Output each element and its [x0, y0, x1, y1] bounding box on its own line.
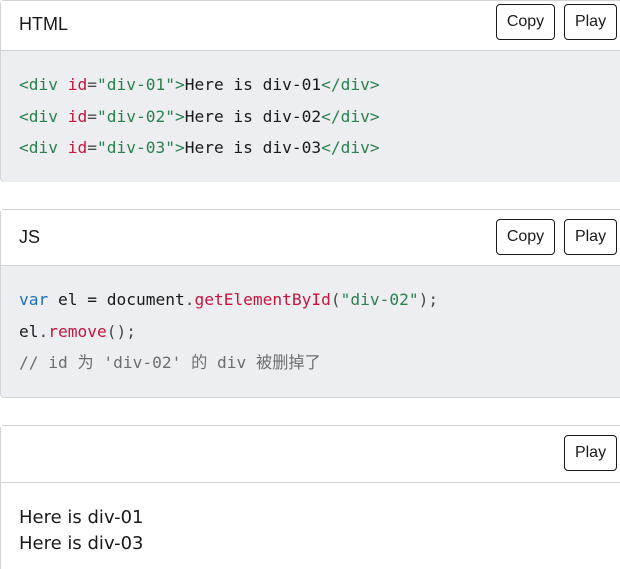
result-line-div-01: Here is div-01 [19, 507, 144, 528]
js-panel-header: JS Copy Play [1, 210, 620, 266]
js-code-line-3: // id 为 'div-02' 的 div 被删掉了 [19, 353, 321, 372]
js-panel-title: JS [19, 227, 41, 247]
result-output: Here is div-01 Here is div-03 [1, 483, 620, 557]
page: HTML Copy Play <div id="div-01">Here is … [0, 0, 620, 569]
result-panel-header: Play [1, 426, 620, 483]
js-code-line-2: el.remove(); [19, 321, 136, 341]
html-play-button[interactable]: Play [564, 4, 617, 40]
html-code-line-3: <div id="div-03">Here is div-03</div> [19, 138, 380, 157]
js-code-block: var el = document.getElementById("div-02… [1, 266, 620, 397]
js-panel: JS Copy Play var el = document.getElemen… [0, 209, 620, 398]
result-play-button[interactable]: Play [564, 435, 617, 471]
js-code-line-1: var el = document.getElementById("div-02… [19, 290, 439, 309]
html-copy-button[interactable]: Copy [496, 4, 555, 40]
js-play-button[interactable]: Play [564, 219, 617, 255]
html-code-block: <div id="div-01">Here is div-01</div> <d… [1, 51, 620, 182]
result-panel: Play Here is div-01 Here is div-03 [0, 425, 620, 569]
html-panel-header: HTML Copy Play [1, 1, 620, 51]
html-panel-title: HTML [19, 14, 68, 34]
result-line-div-03: Here is div-03 [19, 533, 144, 554]
html-panel: HTML Copy Play <div id="div-01">Here is … [0, 0, 620, 182]
js-copy-button[interactable]: Copy [496, 219, 555, 255]
html-code-line-2: <div id="div-02">Here is div-02</div> [19, 106, 380, 126]
html-code-line-1: <div id="div-01">Here is div-01</div> [19, 75, 380, 94]
